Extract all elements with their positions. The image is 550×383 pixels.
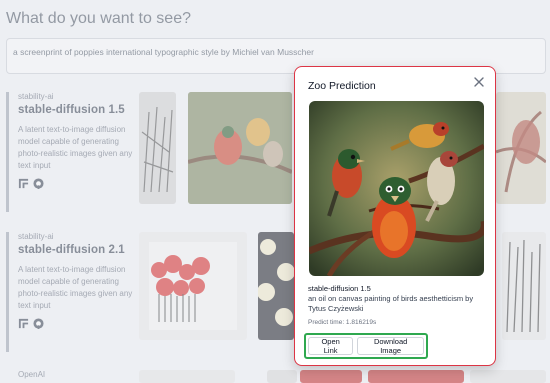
action-button-group: Open Link Download Image [304, 333, 428, 359]
prediction-modal: Zoo Prediction stable-diffusion 1.5 an o… [294, 66, 496, 366]
prediction-image [309, 101, 484, 276]
modal-title: Zoo Prediction [308, 80, 376, 92]
close-icon[interactable] [473, 76, 485, 88]
prediction-time: Predict time: 1.816219s [308, 319, 377, 326]
prediction-caption: an oil on canvas painting of birds aesth… [308, 294, 474, 313]
open-link-button[interactable]: Open Link [308, 337, 354, 355]
download-image-button[interactable]: Download Image [357, 337, 424, 355]
prediction-model-name: stable-diffusion 1.5 [308, 284, 371, 293]
